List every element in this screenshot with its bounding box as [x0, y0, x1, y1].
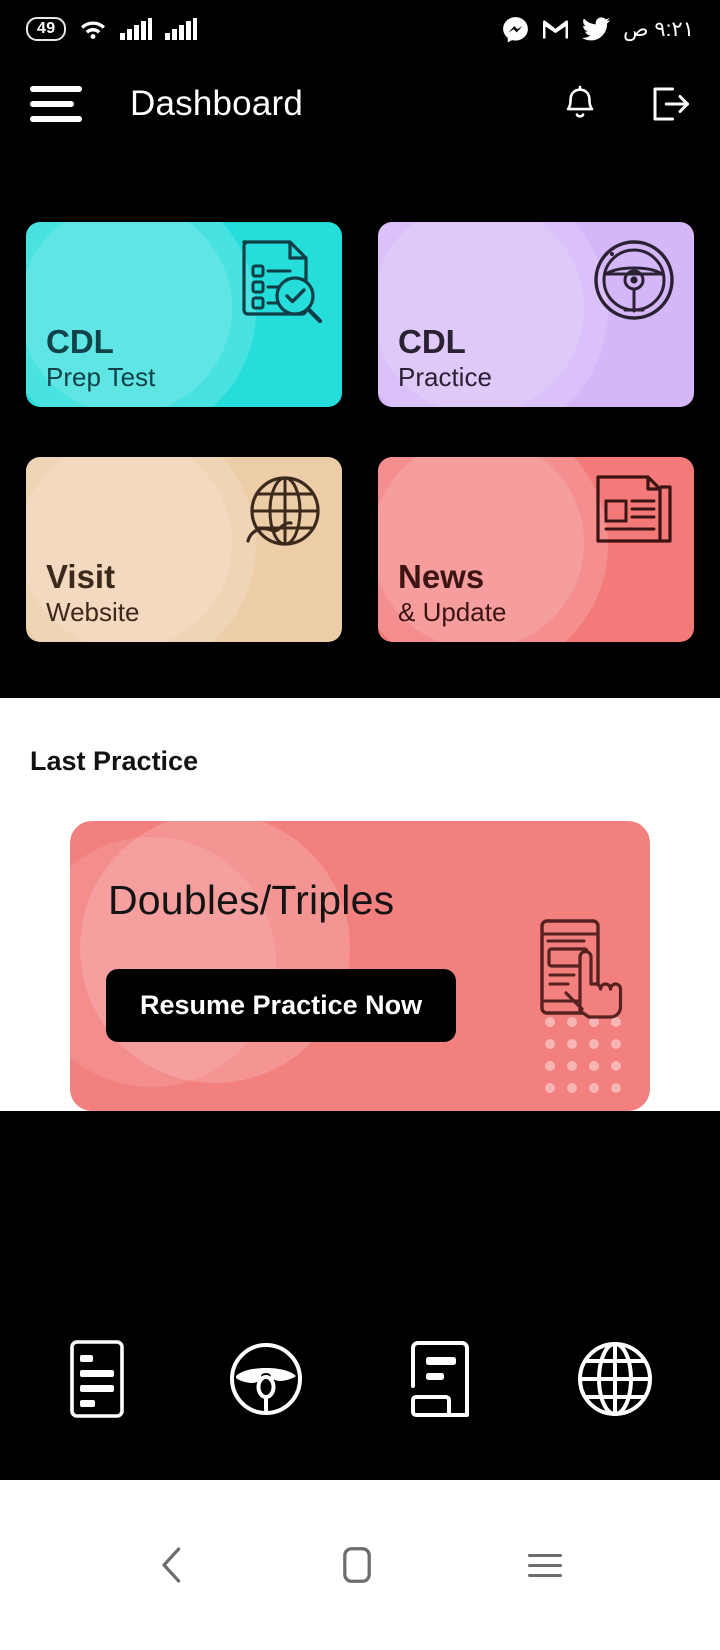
- status-bar-right: ٩:٢١ ص: [502, 16, 694, 43]
- tile-text: Visit Website: [46, 557, 140, 628]
- app-screen: 49 ٩:٢١ ص Dashboard CDL Prep Test CDL Pr…: [0, 0, 720, 1650]
- nav-item-prep-test[interactable]: [66, 1338, 128, 1425]
- status-bar: 49 ٩:٢١ ص: [0, 0, 720, 58]
- nav-item-website[interactable]: [575, 1339, 655, 1424]
- globe-icon: [575, 1339, 655, 1424]
- android-system-nav: [0, 1480, 720, 1650]
- status-bar-clock: ٩:٢١ ص: [623, 17, 694, 41]
- tile-title: CDL: [398, 322, 466, 360]
- nav-item-practice[interactable]: [227, 1340, 305, 1423]
- bottom-navigation-bar: [0, 1283, 720, 1480]
- tile-subtitle: & Update: [398, 596, 507, 627]
- news-article-icon: [404, 1339, 476, 1424]
- battery-icon: 49: [26, 17, 67, 41]
- twitter-icon: [582, 17, 611, 41]
- test-document-icon: [66, 1338, 128, 1425]
- signal-sim2-icon: [165, 18, 198, 40]
- steering-wheel-icon: [227, 1340, 305, 1423]
- last-practice-title: Doubles/Triples: [108, 877, 395, 923]
- tile-text: CDL Prep Test: [46, 322, 156, 393]
- gmail-icon: [542, 18, 569, 41]
- messenger-icon: [502, 16, 529, 43]
- phone-tap-hand-icon: [536, 917, 628, 1032]
- tile-text: News & Update: [398, 557, 507, 628]
- app-bar-actions: [562, 84, 690, 124]
- wifi-icon: [79, 17, 107, 41]
- back-chevron-icon[interactable]: [158, 1545, 186, 1585]
- tile-text: CDL Practice: [398, 322, 492, 393]
- signal-sim1-icon: [120, 18, 153, 40]
- dashboard-tiles-grid: CDL Prep Test CDL Practice Visit Website…: [26, 222, 694, 642]
- recents-lines-icon[interactable]: [528, 1553, 562, 1577]
- tile-news-update[interactable]: News & Update: [378, 457, 694, 642]
- tile-subtitle: Practice: [398, 361, 492, 392]
- dashboard-tiles-section: CDL Prep Test CDL Practice Visit Website…: [0, 150, 720, 698]
- tile-title: CDL: [46, 322, 114, 360]
- last-practice-card[interactable]: Doubles/Triples Resume Practice Now: [70, 821, 650, 1111]
- last-practice-heading: Last Practice: [30, 746, 199, 776]
- tile-cdl-practice[interactable]: CDL Practice: [378, 222, 694, 407]
- last-practice-section: Last Practice Doubles/Triples Resume Pra…: [0, 698, 720, 1111]
- globe-icon: [240, 471, 326, 562]
- tile-title: Visit: [46, 557, 116, 595]
- tile-cdl-prep-test[interactable]: CDL Prep Test: [26, 222, 342, 407]
- hamburger-menu-icon[interactable]: [30, 86, 82, 122]
- tile-subtitle: Prep Test: [46, 361, 156, 392]
- app-bar: Dashboard: [0, 58, 720, 150]
- home-square-icon[interactable]: [342, 1546, 372, 1584]
- steering-wheel-icon: [590, 236, 678, 329]
- document-search-check-icon: [234, 236, 326, 337]
- status-bar-left: 49: [26, 17, 198, 41]
- resume-practice-button[interactable]: Resume Practice Now: [106, 969, 457, 1042]
- newspaper-icon: [592, 471, 678, 556]
- tile-visit-website[interactable]: Visit Website: [26, 457, 342, 642]
- tile-title: News: [398, 557, 485, 595]
- bell-icon[interactable]: [562, 84, 598, 124]
- logout-icon[interactable]: [650, 85, 690, 123]
- tile-subtitle: Website: [46, 596, 140, 627]
- nav-item-news[interactable]: [404, 1339, 476, 1424]
- page-title: Dashboard: [130, 84, 304, 123]
